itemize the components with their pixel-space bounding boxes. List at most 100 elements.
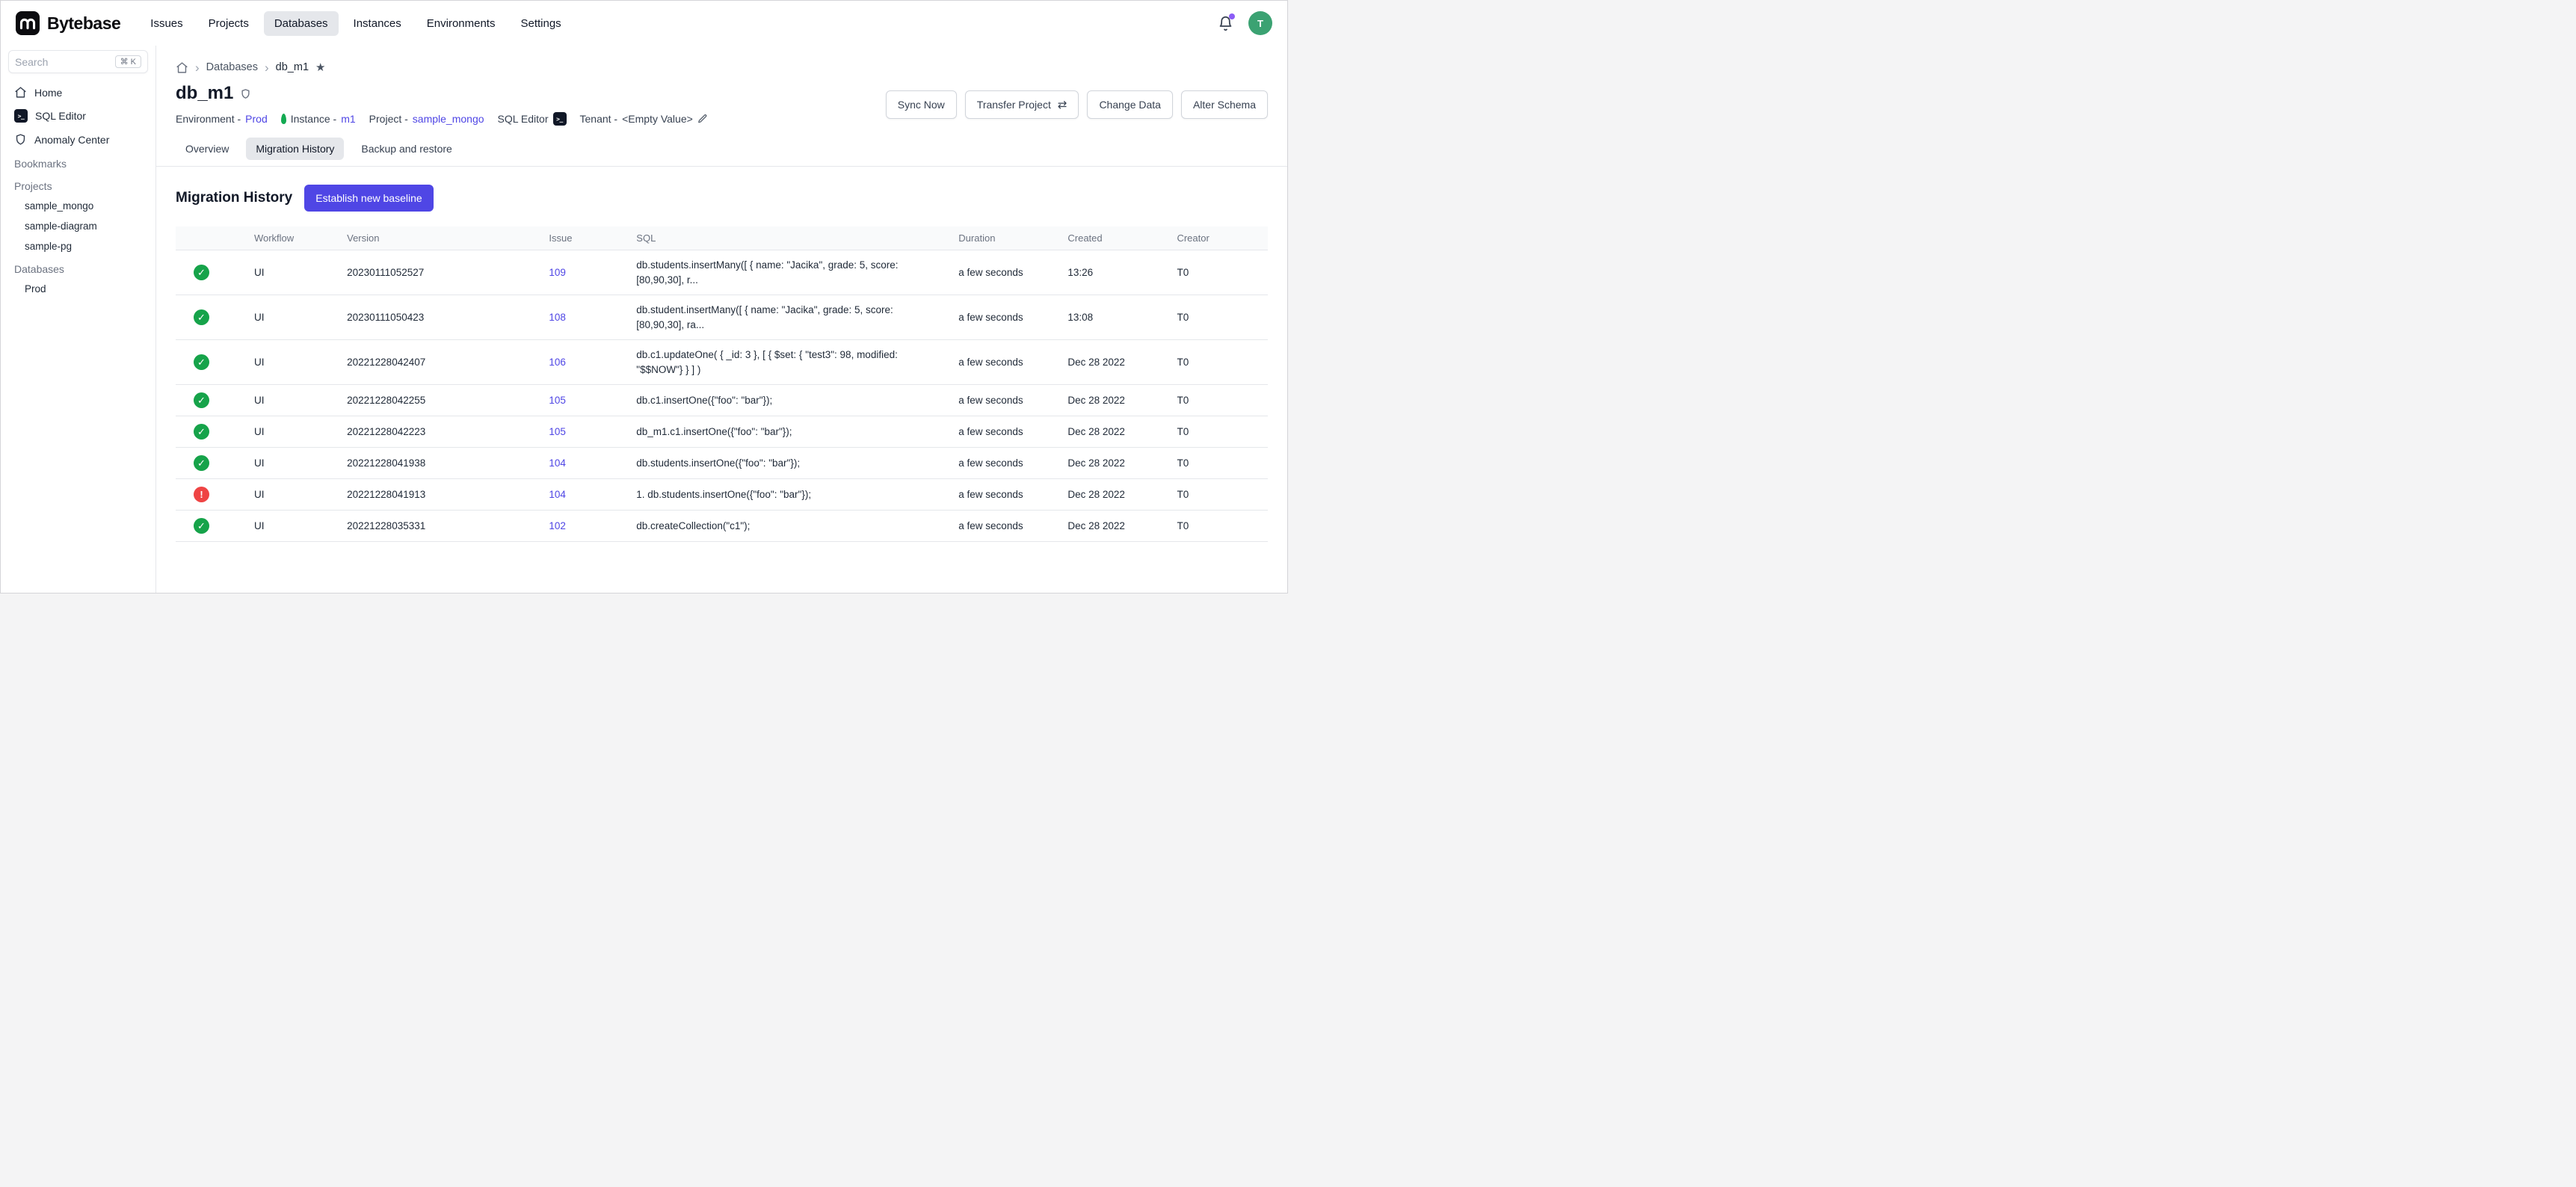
migration-history-section: Migration History Establish new baseline… [156,167,1287,560]
breadcrumb-current: db_m1 [276,61,309,73]
sidebar-project-item[interactable]: sample-diagram [8,216,148,236]
transfer-project-label: Transfer Project [977,99,1051,111]
status-cell [176,448,247,479]
project-link[interactable]: sample_mongo [413,113,484,125]
edit-tenant-pencil-icon[interactable] [697,114,708,124]
table-row[interactable]: UI 20221228041913 104 1. db.students.ins… [176,479,1268,511]
status-cell [176,250,247,295]
status-icon [194,487,209,502]
bytebase-logo-icon [16,11,40,35]
main-nav: Issues Projects Databases Instances Envi… [140,11,571,36]
col-status [176,226,247,250]
nav-settings[interactable]: Settings [510,11,571,36]
sync-now-label: Sync Now [898,99,945,111]
col-sql: SQL [629,226,951,250]
issue-cell: 104 [541,448,629,479]
sidebar-projects-list: sample_mongo sample-diagram sample-pg [8,196,148,256]
nav-instances[interactable]: Instances [343,11,412,36]
establish-baseline-button[interactable]: Establish new baseline [304,185,433,212]
sql-cell: 1. db.students.insertOne({"foo": "bar"})… [629,479,951,511]
nav-environments[interactable]: Environments [416,11,506,36]
environment-meta: Environment - Prod [176,113,268,125]
status-cell [176,511,247,542]
navbar-right: T [1218,11,1272,35]
table-row[interactable]: UI 20221228042407 106 db.c1.updateOne( {… [176,340,1268,385]
duration-cell: a few seconds [951,416,1060,448]
instance-link[interactable]: m1 [341,113,355,125]
issue-link[interactable]: 105 [549,395,566,406]
table-row[interactable]: UI 20221228035331 102 db.createCollectio… [176,511,1268,542]
issue-link[interactable]: 106 [549,357,566,368]
environment-link[interactable]: Prod [245,113,268,125]
tab-backup-and-restore[interactable]: Backup and restore [351,138,461,160]
table-row[interactable]: UI 20221228042255 105 db.c1.insertOne({"… [176,385,1268,416]
search-box[interactable]: ⌘ K [8,50,148,73]
alter-schema-button[interactable]: Alter Schema [1181,90,1268,119]
version-cell: 20230111052527 [339,250,541,295]
bookmark-star-icon[interactable]: ★ [315,61,325,74]
table-row[interactable]: UI 20230111050423 108 db.student.insertM… [176,295,1268,340]
brand-name: Bytebase [47,13,120,34]
created-cell: Dec 28 2022 [1060,416,1169,448]
sql-editor-label: SQL Editor [498,113,549,125]
tenant-value: <Empty Value> [622,113,693,125]
database-tabs: Overview Migration History Backup and re… [156,126,1287,167]
table-row[interactable]: UI 20221228042223 105 db_m1.c1.insertOne… [176,416,1268,448]
issue-link[interactable]: 104 [549,457,566,469]
issue-cell: 104 [541,479,629,511]
breadcrumb-home-icon[interactable] [176,61,188,74]
avatar[interactable]: T [1248,11,1272,35]
sidebar-database-group-item[interactable]: Prod [8,279,148,299]
nav-databases[interactable]: Databases [264,11,339,36]
sql-editor-meta: SQL Editor >_ [498,112,567,126]
page-header: db_m1 Environment - Prod Instance - [156,74,1287,126]
sidebar-item-anomaly-center[interactable]: Anomaly Center [8,128,148,151]
workflow-cell: UI [247,511,339,542]
header-actions: Sync Now Transfer Project ⇄ Change Data … [886,90,1268,119]
duration-cell: a few seconds [951,511,1060,542]
notifications-bell-icon[interactable] [1218,16,1233,31]
sql-editor-link-icon[interactable]: >_ [553,112,567,126]
creator-cell: T0 [1169,511,1268,542]
sql-cell: db_m1.c1.insertOne({"foo": "bar"}); [629,416,951,448]
issue-link[interactable]: 102 [549,520,566,531]
change-data-button[interactable]: Change Data [1087,90,1173,119]
creator-cell: T0 [1169,416,1268,448]
sync-now-button[interactable]: Sync Now [886,90,957,119]
table-row[interactable]: UI 20230111052527 109 db.students.insert… [176,250,1268,295]
transfer-project-button[interactable]: Transfer Project ⇄ [965,90,1079,119]
sidebar-item-sql-editor[interactable]: >_ SQL Editor [8,104,148,128]
section-title: Migration History [176,190,292,206]
alter-schema-label: Alter Schema [1193,99,1256,111]
status-cell [176,295,247,340]
duration-cell: a few seconds [951,479,1060,511]
status-icon [194,265,209,280]
sidebar-item-label: Anomaly Center [34,134,109,146]
workflow-cell: UI [247,448,339,479]
breadcrumb-databases[interactable]: Databases [206,61,258,73]
issue-link[interactable]: 104 [549,489,566,500]
duration-cell: a few seconds [951,385,1060,416]
issue-cell: 109 [541,250,629,295]
sql-cell: db.students.insertOne({"foo": "bar"}); [629,448,951,479]
brand[interactable]: Bytebase [16,11,120,35]
sql-cell: db.students.insertMany([ { name: "Jacika… [629,250,951,295]
sql-cell: db.c1.updateOne( { _id: 3 }, [ { $set: {… [629,340,951,385]
col-duration: Duration [951,226,1060,250]
workflow-cell: UI [247,385,339,416]
sidebar-item-home[interactable]: Home [8,81,148,104]
tab-migration-history[interactable]: Migration History [246,138,344,160]
version-cell: 20221228042255 [339,385,541,416]
nav-issues[interactable]: Issues [140,11,193,36]
status-icon [194,354,209,370]
sidebar-project-item[interactable]: sample-pg [8,236,148,256]
issue-link[interactable]: 109 [549,267,566,278]
tab-overview[interactable]: Overview [176,138,238,160]
status-cell [176,385,247,416]
nav-projects[interactable]: Projects [198,11,259,36]
issue-link[interactable]: 105 [549,426,566,437]
issue-link[interactable]: 108 [549,312,566,323]
sidebar-project-item[interactable]: sample_mongo [8,196,148,216]
table-row[interactable]: UI 20221228041938 104 db.students.insert… [176,448,1268,479]
search-input[interactable] [15,56,97,68]
